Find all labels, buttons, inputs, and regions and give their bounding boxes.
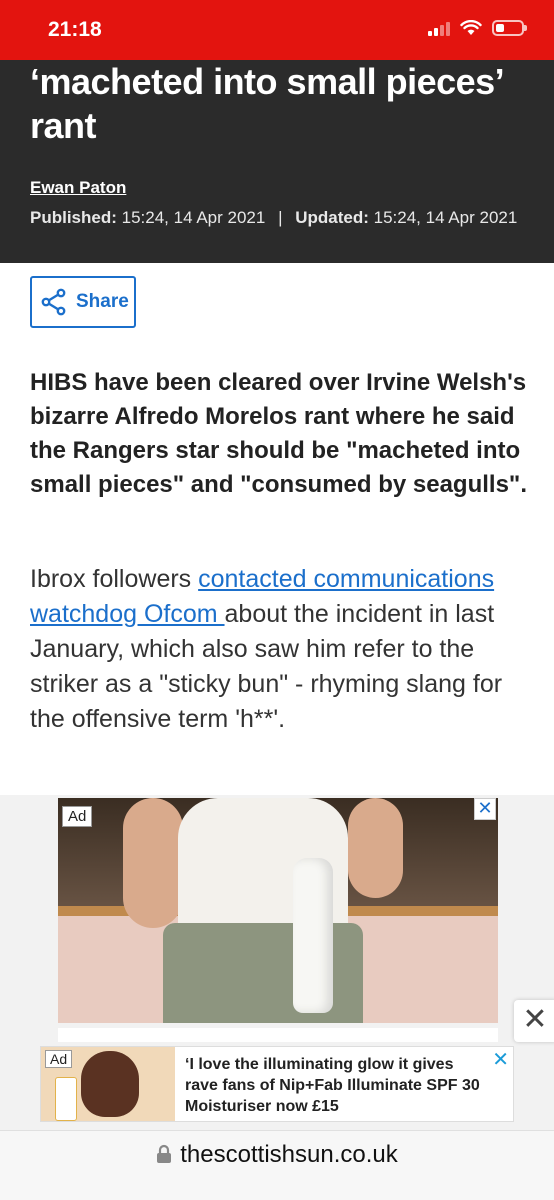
ad-image[interactable]	[58, 798, 498, 1023]
article-meta: Published: 15:24, 14 Apr 2021 | Updated:…	[30, 208, 517, 228]
paragraph-text-start: Ibrox followers	[30, 565, 199, 593]
article-lead: HIBS have been cleared over Irvine Welsh…	[30, 369, 527, 498]
url-bar[interactable]: thescottishsun.co.uk	[0, 1130, 554, 1200]
headline: ‘macheted into small pieces’ rant	[30, 60, 530, 148]
ad-badge: Ad	[62, 806, 93, 827]
status-icons	[428, 20, 527, 36]
wifi-icon	[460, 20, 482, 35]
ad-close-icon[interactable]: ✕	[474, 798, 496, 820]
article-paragraph: Ibrox followers contacted communications…	[30, 562, 535, 737]
sticky-ad[interactable]: Ad ‘I love the illuminating glow it give…	[40, 1046, 514, 1122]
published-label: Published:	[30, 208, 117, 227]
ad-footer-strip	[58, 1028, 498, 1042]
status-time: 21:18	[48, 18, 102, 41]
headline-line-1: ‘macheted into small pieces’	[30, 61, 505, 102]
sticky-ad-close-icon[interactable]: ✕	[492, 1050, 509, 1070]
sticky-ad-badge: Ad	[45, 1050, 73, 1068]
status-bar: 21:18	[0, 0, 554, 60]
meta-separator: |	[278, 208, 283, 227]
updated-label: Updated:	[295, 208, 369, 227]
sticky-ad-text: ‘I love the illuminating glow it gives r…	[185, 1056, 480, 1115]
article-header: ‘macheted into small pieces’ rant Ewan P…	[0, 60, 554, 263]
lock-icon	[157, 1144, 172, 1163]
battery-low-icon	[492, 20, 527, 36]
url-text: thescottishsun.co.uk	[180, 1141, 398, 1168]
author-link[interactable]: Ewan Paton	[30, 178, 126, 198]
dismiss-ad-close-icon[interactable]: ✕	[514, 1000, 554, 1042]
updated-value: 15:24, 14 Apr 2021	[373, 208, 518, 227]
signal-icon	[428, 20, 450, 36]
url-display: thescottishsun.co.uk	[0, 1141, 554, 1169]
share-label: Share	[76, 291, 129, 312]
share-button[interactable]: Share	[30, 276, 136, 328]
headline-line-2: rant	[30, 105, 97, 146]
published-value: 15:24, 14 Apr 2021	[121, 208, 266, 227]
share-icon	[41, 288, 66, 316]
